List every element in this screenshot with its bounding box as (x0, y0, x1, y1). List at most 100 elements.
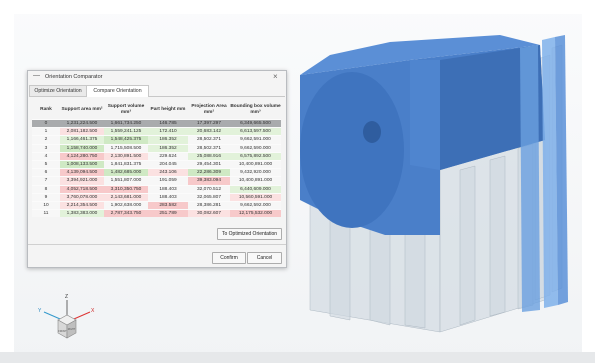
confirm-button[interactable]: Confirm (212, 252, 246, 264)
x-axis-label: X (91, 308, 95, 314)
table-cell: 1,841,831.375 (104, 160, 148, 169)
axis-triad[interactable]: FRONT RIGHT Z X Y (32, 290, 102, 350)
table-cell: 5 (32, 160, 60, 169)
table-row[interactable]: 10 2,214,354.500 1,902,638.000 283.582 28,38… (32, 201, 281, 210)
view-cube[interactable]: FRONT RIGHT (57, 314, 77, 339)
table-cell: 30,082.607 (188, 209, 230, 218)
dialog-tabs: Optimize Orientation Compare Orientation (29, 85, 285, 97)
close-icon[interactable]: × (273, 72, 278, 81)
column-header[interactable]: Projection Area mm² (188, 100, 230, 120)
table-cell: 188.403 (148, 184, 188, 194)
dialog-menu-icon[interactable]: — (33, 72, 40, 79)
left-margin (0, 14, 14, 352)
table-cell: 17,397.297 (188, 118, 230, 128)
column-header[interactable]: Support volume mm³ (104, 100, 148, 120)
table-cell: 172.410 (148, 127, 188, 136)
cancel-button[interactable]: Cancel (247, 252, 282, 264)
table-cell: 10,400,891.000 (230, 176, 281, 186)
table-cell: 1,008,133.500 (60, 160, 104, 169)
table-cell: 1,902,638.000 (104, 201, 148, 210)
table-cell: 186.352 (148, 143, 188, 153)
table-cell: 10,560,591.000 (230, 192, 281, 202)
table-row[interactable]: 6 4,139,094.500 1,482,685.000 243.106 22,286… (32, 168, 281, 177)
table-cell: 11 (32, 209, 60, 218)
table-cell: 10 (32, 201, 60, 210)
table-cell: 32,070.512 (188, 184, 230, 194)
table-cell: 8 (32, 184, 60, 194)
cube-front-label: FRONT (58, 330, 67, 333)
table-cell: 9,662,592.000 (230, 201, 281, 210)
cube-right-label: RIGHT (68, 328, 76, 331)
table-cell: 29,454.301 (188, 160, 230, 169)
table-cell: 28,502.371 (188, 143, 230, 153)
table-row[interactable]: 1 2,081,182.500 1,559,241.125 172.410 20,683… (32, 127, 281, 136)
table-cell: 20,683.142 (188, 127, 230, 136)
z-axis-label: Z (65, 294, 68, 300)
table-cell: 1,482,685.000 (104, 168, 148, 177)
table-cell: 0 (32, 118, 60, 128)
table-cell: 1 (32, 127, 60, 136)
table-cell: 6,575,892.500 (230, 151, 281, 161)
table-cell: 243.106 (148, 168, 188, 177)
table-cell: 2 (32, 135, 60, 145)
table-row[interactable]: 4 4,124,280.750 2,130,891.500 229.624 25,088… (32, 151, 281, 161)
column-header[interactable]: Part height mm (148, 100, 188, 120)
table-cell: 1,548,425.375 (104, 135, 148, 145)
table-cell: 1,383,383.000 (60, 209, 104, 218)
tab-optimize-orientation[interactable]: Optimize Orientation (29, 85, 87, 96)
table-cell: 28,502.371 (188, 135, 230, 145)
dialog-titlebar[interactable]: — Orientation Comparator × (28, 71, 286, 85)
table-cell: 7 (32, 176, 60, 186)
table-cell: 4,052,718.500 (60, 184, 104, 194)
table-cell: 2,787,343.750 (104, 209, 148, 218)
table-cell: 251.789 (148, 209, 188, 218)
table-cell: 9 (32, 192, 60, 202)
table-cell: 229.624 (148, 151, 188, 161)
table-row[interactable]: 7 3,394,921.000 1,551,807.000 191.059 39,383… (32, 176, 281, 186)
table-cell: 3,394,921.000 (60, 176, 104, 186)
table-cell: 2,143,681.000 (104, 192, 148, 202)
table-cell: 25,088.916 (188, 151, 230, 161)
table-cell: 28,386.281 (188, 201, 230, 210)
table-row[interactable]: 8 4,052,718.500 3,310,350.750 188.403 32,070… (32, 184, 281, 194)
table-cell: 2,081,182.500 (60, 127, 104, 136)
table-row[interactable]: 5 1,008,133.500 1,841,831.375 204.045 29,454… (32, 160, 281, 169)
table-cell: 4,139,094.500 (60, 168, 104, 177)
table-cell: 6,440,609.000 (230, 184, 281, 194)
table-cell: 283.582 (148, 201, 188, 210)
table-row[interactable]: 3 1,158,740.000 1,715,508.500 186.352 28,502… (32, 143, 281, 153)
table-cell: 4,124,280.750 (60, 151, 104, 161)
table-cell: 9,662,591.000 (230, 135, 281, 145)
table-cell: 6 (32, 168, 60, 177)
column-header[interactable]: Rank (32, 100, 60, 120)
table-cell: 3 (32, 143, 60, 153)
part-model[interactable] (290, 20, 580, 350)
comparison-table: Rank Support area mm² Support volume mm³… (32, 100, 281, 218)
status-bar (0, 352, 595, 363)
table-cell: 10,400,891.000 (230, 160, 281, 169)
table-cell: 191.059 (148, 176, 188, 186)
table-cell: 1,559,241.125 (104, 127, 148, 136)
table-cell: 12,175,532.000 (230, 209, 281, 218)
orientation-comparator-dialog: — Orientation Comparator × Optimize Orie… (27, 70, 287, 268)
table-row[interactable]: 11 1,383,383.000 2,787,343.750 251.789 30,08… (32, 209, 281, 218)
table-row-selected[interactable]: 0 1,231,224.500 1,661,734.250 146.785 17,397… (32, 118, 281, 128)
dialog-divider (28, 244, 286, 245)
tab-compare-orientation[interactable]: Compare Orientation (86, 85, 149, 97)
column-header[interactable]: Support area mm² (60, 100, 104, 120)
table-cell: 32,065.807 (188, 192, 230, 202)
to-optimized-orientation-button[interactable]: To Optimized Orientation (217, 228, 282, 240)
table-cell: 1,158,740.000 (60, 143, 104, 153)
table-row[interactable]: 2 1,166,461.375 1,548,425.375 186.352 28,502… (32, 135, 281, 145)
table-cell: 1,551,807.000 (104, 176, 148, 186)
table-row[interactable]: 9 3,760,078.000 2,143,681.000 188.403 32,065… (32, 192, 281, 202)
table-cell: 2,130,891.500 (104, 151, 148, 161)
dialog-title: Orientation Comparator (45, 74, 103, 80)
table-cell: 186.352 (148, 135, 188, 145)
column-header[interactable]: Bounding box volume mm³ (230, 100, 281, 120)
table-cell: 9,662,590.000 (230, 143, 281, 153)
table-cell: 2,214,354.500 (60, 201, 104, 210)
table-cell: 1,715,508.500 (104, 143, 148, 153)
y-axis-label: Y (38, 308, 42, 314)
table-cell: 4 (32, 151, 60, 161)
